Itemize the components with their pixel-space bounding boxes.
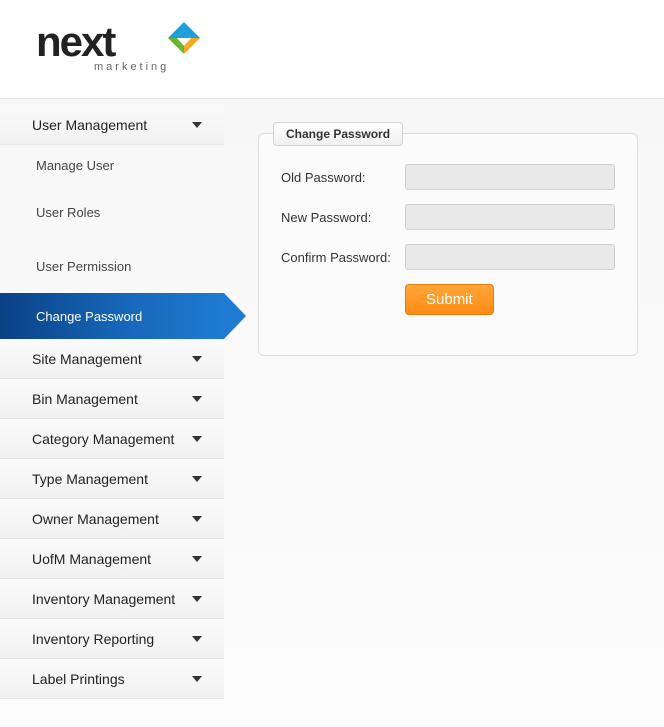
chevron-down-icon bbox=[192, 516, 202, 522]
svg-text:next: next bbox=[36, 18, 116, 65]
change-password-panel: Change Password Old Password: New Passwo… bbox=[258, 133, 638, 356]
nav-section-label: Label Printings bbox=[32, 671, 125, 687]
nav-section-inventory-management[interactable]: Inventory Management bbox=[0, 579, 224, 619]
nav-section-category-management[interactable]: Category Management bbox=[0, 419, 224, 459]
header: next marketing bbox=[0, 0, 664, 98]
svg-text:marketing: marketing bbox=[94, 61, 169, 73]
sidebar-item-label: User Permission bbox=[36, 259, 131, 274]
nav-section-label: User Management bbox=[32, 117, 147, 133]
nav-section-label: UofM Management bbox=[32, 551, 151, 567]
nav-section-site-management[interactable]: Site Management bbox=[0, 339, 224, 379]
main-content: Change Password Old Password: New Passwo… bbox=[224, 99, 664, 727]
confirm-password-label: Confirm Password: bbox=[281, 250, 405, 265]
submit-button[interactable]: Submit bbox=[405, 284, 494, 315]
old-password-label: Old Password: bbox=[281, 170, 405, 185]
nav-section-owner-management[interactable]: Owner Management bbox=[0, 499, 224, 539]
new-password-input[interactable] bbox=[405, 204, 615, 230]
new-password-label: New Password: bbox=[281, 210, 405, 225]
chevron-down-icon bbox=[192, 436, 202, 442]
nav-section-label: Bin Management bbox=[32, 391, 138, 407]
panel-title: Change Password bbox=[273, 122, 403, 146]
chevron-down-icon bbox=[192, 596, 202, 602]
chevron-down-icon bbox=[192, 476, 202, 482]
chevron-down-icon bbox=[192, 556, 202, 562]
nav-section-label: Type Management bbox=[32, 471, 148, 487]
form-row-old-password: Old Password: bbox=[281, 164, 615, 190]
sidebar-item-manage-user[interactable]: Manage User bbox=[0, 145, 224, 185]
chevron-down-icon bbox=[192, 676, 202, 682]
chevron-down-icon bbox=[192, 396, 202, 402]
form-row-confirm-password: Confirm Password: bbox=[281, 244, 615, 270]
nav-section-uofm-management[interactable]: UofM Management bbox=[0, 539, 224, 579]
old-password-input[interactable] bbox=[405, 164, 615, 190]
nav-section-type-management[interactable]: Type Management bbox=[0, 459, 224, 499]
confirm-password-input[interactable] bbox=[405, 244, 615, 270]
brand-logo: next marketing bbox=[36, 18, 664, 76]
sidebar-item-label: Manage User bbox=[36, 158, 114, 173]
sidebar-item-user-roles[interactable]: User Roles bbox=[0, 185, 224, 239]
form-row-new-password: New Password: bbox=[281, 204, 615, 230]
nav-section-label-printings[interactable]: Label Printings bbox=[0, 659, 224, 699]
nav-section-label: Site Management bbox=[32, 351, 142, 367]
nav-section-label: Category Management bbox=[32, 431, 174, 447]
sidebar: User Management Manage User User Roles U… bbox=[0, 99, 224, 727]
chevron-down-icon bbox=[192, 636, 202, 642]
nav-section-label: Inventory Management bbox=[32, 591, 175, 607]
nav-section-bin-management[interactable]: Bin Management bbox=[0, 379, 224, 419]
nav-section-label: Owner Management bbox=[32, 511, 159, 527]
next-marketing-logo-icon: next marketing bbox=[36, 18, 214, 76]
chevron-down-icon bbox=[192, 356, 202, 362]
nav-section-inventory-reporting[interactable]: Inventory Reporting bbox=[0, 619, 224, 659]
sidebar-item-label: User Roles bbox=[36, 205, 100, 220]
sidebar-item-label: Change Password bbox=[36, 309, 142, 324]
chevron-down-icon bbox=[192, 122, 202, 128]
nav-section-label: Inventory Reporting bbox=[32, 631, 154, 647]
form-actions: Submit bbox=[281, 284, 615, 315]
sidebar-item-change-password[interactable]: Change Password bbox=[0, 293, 224, 339]
nav-section-user-management[interactable]: User Management bbox=[0, 105, 224, 145]
sidebar-item-user-permission[interactable]: User Permission bbox=[0, 239, 224, 293]
